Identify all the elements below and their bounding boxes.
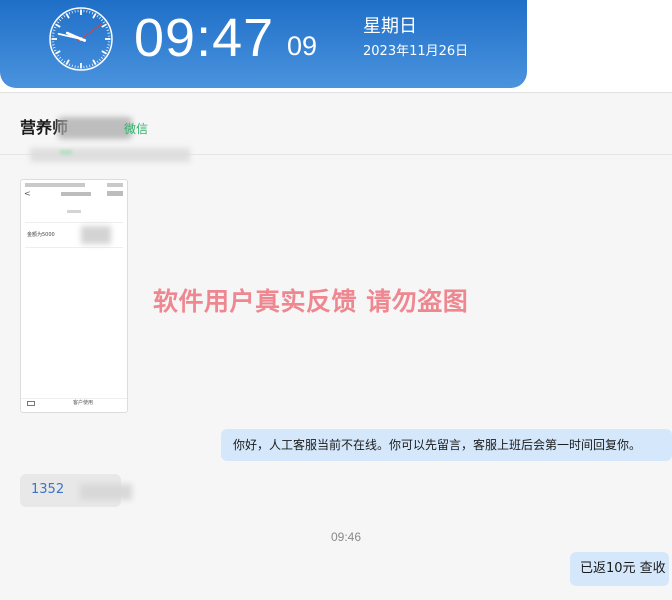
clock-tick	[96, 60, 99, 64]
clock-time: 09:47	[134, 8, 275, 68]
clock-tick	[52, 47, 56, 49]
clock-tick	[56, 54, 60, 57]
clock-tick	[52, 44, 55, 46]
clock-tick	[89, 10, 91, 14]
clock-tick	[74, 10, 76, 13]
clock-tick	[68, 63, 71, 67]
clock-tick	[96, 14, 99, 18]
clock-tick	[71, 10, 73, 14]
clock-tick	[86, 65, 88, 68]
clock-tick	[71, 64, 73, 68]
clock-tick	[58, 19, 62, 22]
message-timestamp: 09:46	[330, 530, 362, 544]
clock-tick	[107, 44, 110, 46]
clock-tick	[89, 64, 91, 68]
clock-tick	[91, 11, 94, 15]
keyboard-icon	[27, 401, 35, 406]
clock-tick	[98, 58, 101, 62]
contact-source-label: 微信	[124, 122, 149, 136]
clock-tick	[55, 23, 61, 28]
chat-header: 营养师 微信	[0, 93, 672, 155]
clock-tick	[106, 47, 110, 49]
clock-tick	[74, 65, 76, 68]
clock-weekday: 星期日	[363, 16, 417, 37]
clock-tick	[58, 56, 62, 59]
clock-tick	[63, 14, 66, 18]
redacted-blur	[30, 148, 190, 162]
clock-tick	[105, 49, 109, 52]
clock-center-pin	[79, 37, 83, 41]
clock-tick	[55, 50, 61, 55]
redacted-blur-accent	[60, 150, 72, 155]
clock-tick	[65, 13, 70, 19]
message-bubble-auto-reply[interactable]: 你好，人工客服当前不在线。你可以先留言，客服上班后会第一时间回复你。	[221, 429, 672, 461]
clock-tick	[92, 13, 97, 19]
clock-tick	[61, 58, 64, 62]
clock-tick	[68, 11, 71, 15]
clock-tick	[63, 60, 66, 64]
redacted-phone-blur	[80, 484, 132, 500]
clock-tick	[102, 54, 106, 57]
thumb-bottom-label: 客户使用	[73, 400, 94, 406]
clock-tick	[91, 63, 94, 67]
clock-tick	[92, 59, 97, 65]
clock-seconds: 09	[287, 31, 318, 61]
thumb-subtitle-line	[67, 210, 81, 213]
watermark-text: 软件用户真实反馈 请勿盗图	[153, 287, 469, 316]
clock-tick	[100, 56, 104, 59]
clock-tick	[105, 26, 109, 29]
clock-tick	[53, 49, 57, 52]
clock-banner: 09:47 09 星期日 2023年11月26日	[0, 0, 527, 88]
thumb-card-text: 金额为5000	[27, 232, 55, 238]
clock-tick	[101, 23, 107, 28]
clock-tick	[98, 16, 101, 20]
message-bubble-reply[interactable]: 已返10元 查收	[570, 552, 669, 586]
chat-window: 营养师 微信 < 金额为5000 客户使用 软件用户真实反馈 请勿盗图 你好，人…	[0, 92, 672, 600]
clock-tick	[53, 26, 57, 29]
thumb-status-bar	[25, 183, 85, 187]
clock-tick	[106, 29, 110, 31]
clock-tick	[65, 59, 70, 65]
clock-tick	[100, 19, 104, 22]
clock-tick	[107, 32, 110, 34]
clock-date: 2023年11月26日	[363, 44, 469, 59]
thumb-status-icons	[107, 183, 123, 187]
thumb-redacted-blur	[81, 226, 111, 244]
thumb-toolbar-icons	[107, 191, 123, 196]
clock-tick	[102, 21, 106, 24]
clock-tick	[56, 21, 60, 24]
clock-tick	[101, 50, 107, 55]
clock-tick	[86, 10, 88, 13]
clock-tick	[52, 32, 55, 34]
back-arrow-icon: <	[24, 189, 31, 198]
analog-clock-icon	[49, 7, 113, 71]
redacted-name-blur	[58, 117, 132, 139]
thumb-title-line	[61, 192, 91, 196]
clock-tick	[61, 16, 64, 20]
clock-tick	[52, 29, 56, 31]
image-message[interactable]: < 金额为5000 客户使用	[20, 179, 128, 413]
